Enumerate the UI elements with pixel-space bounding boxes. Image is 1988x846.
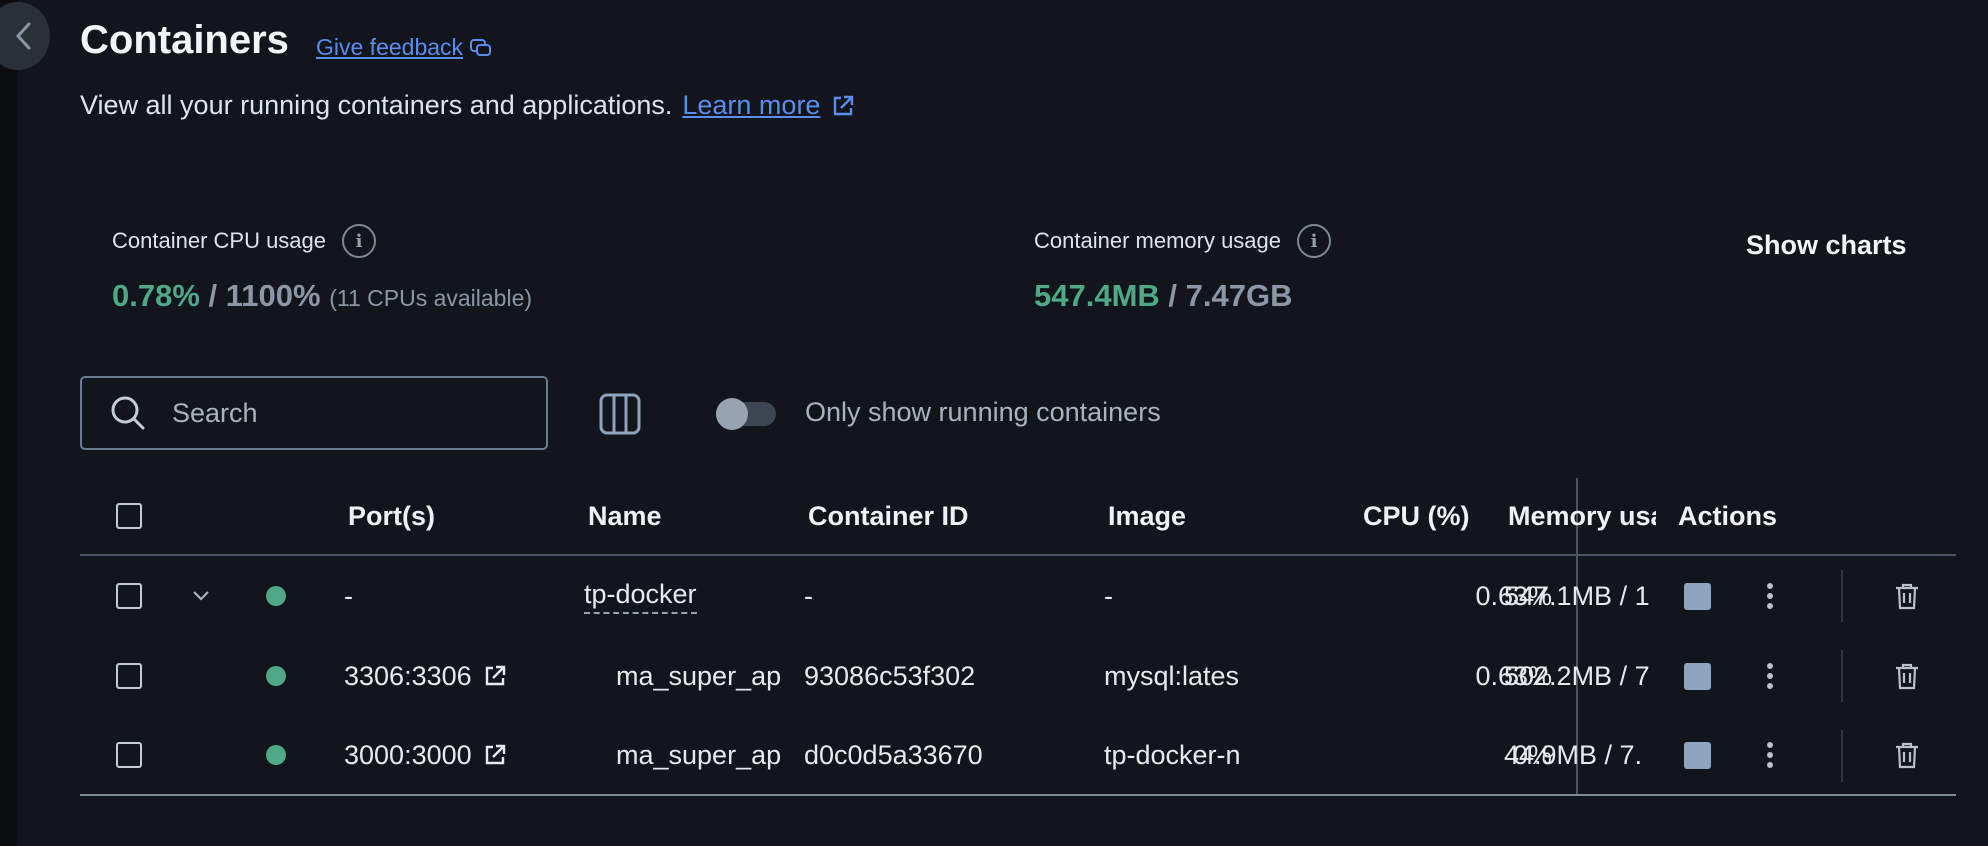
memory-used: 547.4MB — [1034, 278, 1160, 313]
search-input[interactable] — [172, 397, 472, 429]
left-rail — [0, 0, 17, 846]
cpu-note: (11 CPUs available) — [329, 285, 533, 311]
header-container-id[interactable]: Container ID — [808, 478, 969, 554]
header-image[interactable]: Image — [1108, 478, 1186, 554]
memory-total: 7.47GB — [1185, 278, 1293, 313]
cpu-usage-stat: Container CPU usage i 0.78% / 1100% (11 … — [112, 224, 532, 314]
cell-ports: - — [344, 580, 353, 611]
header-memory[interactable]: Memory usa — [1508, 478, 1656, 554]
status-running-dot — [266, 666, 286, 686]
select-all-checkbox[interactable] — [116, 503, 142, 529]
row-checkbox[interactable] — [116, 742, 142, 768]
info-icon[interactable]: i — [342, 224, 377, 258]
cell-name[interactable]: tp-docker — [584, 579, 697, 614]
toggle-knob — [716, 398, 748, 430]
cell-memory: 502.2MB / 7 — [1504, 660, 1650, 691]
cpu-used: 0.78% — [112, 278, 200, 313]
more-options-icon[interactable] — [1766, 636, 1774, 716]
cell-image[interactable]: mysql:lates — [1104, 636, 1274, 716]
memory-usage-stat: Container memory usage i 547.4MB / 7.47G… — [1034, 224, 1332, 314]
table-row[interactable]: 3306:3306 ma_super_ap 93086c53f302 mysql… — [80, 636, 1956, 716]
cell-name[interactable]: ma_super_ap — [616, 636, 790, 716]
table-row[interactable]: - tp-docker - - 0.63% 547.1MB / 1 — [80, 556, 1956, 636]
learn-more-link[interactable]: Learn more — [682, 90, 820, 121]
running-only-toggle[interactable] — [716, 398, 776, 430]
search-icon — [111, 396, 145, 430]
cell-container-id: 93086c53f302 — [804, 660, 976, 691]
trash-icon[interactable] — [1894, 556, 1920, 636]
actions-divider — [1841, 730, 1843, 782]
containers-table: Port(s) Name Container ID Image CPU (%) … — [80, 478, 1956, 796]
chevron-down-icon[interactable] — [192, 556, 210, 636]
external-link-icon[interactable] — [482, 742, 508, 768]
cell-image: - — [1104, 580, 1113, 611]
running-only-label: Only show running containers — [805, 397, 1161, 427]
cell-ports[interactable]: 3306:3306 — [344, 661, 472, 692]
cpu-separator: / — [199, 278, 226, 313]
status-running-dot — [266, 586, 286, 606]
row-checkbox[interactable] — [116, 663, 142, 689]
info-icon[interactable]: i — [1297, 224, 1332, 258]
memory-usage-label: Container memory usage — [1034, 228, 1282, 253]
actions-divider — [1841, 650, 1843, 702]
external-link-icon[interactable] — [482, 663, 508, 689]
cpu-usage-label: Container CPU usage — [112, 228, 327, 253]
header-ports[interactable]: Port(s) — [348, 478, 435, 554]
show-charts-button[interactable]: Show charts — [1746, 230, 1907, 261]
cell-container-id: d0c0d5a33670 — [804, 739, 983, 770]
cell-image[interactable]: tp-docker-n — [1104, 716, 1274, 794]
page-title: Containers — [80, 18, 289, 62]
cell-name[interactable]: ma_super_ap — [616, 716, 790, 794]
external-link-icon[interactable] — [830, 93, 856, 119]
cpu-total: 1100% — [225, 278, 321, 313]
actions-divider — [1841, 570, 1843, 622]
more-options-icon[interactable] — [1766, 556, 1774, 636]
header-cpu[interactable]: CPU (%) — [1363, 478, 1470, 554]
give-feedback-label: Give feedback — [316, 34, 464, 60]
cell-memory: 547.1MB / 1 — [1504, 580, 1650, 611]
columns-icon[interactable] — [598, 392, 642, 436]
stop-button[interactable] — [1684, 582, 1711, 610]
cell-container-id: - — [804, 580, 813, 611]
memory-usage-value: 547.4MB / 7.47GB — [1034, 278, 1331, 314]
header-name[interactable]: Name — [588, 478, 662, 554]
memory-separator: / — [1159, 278, 1186, 313]
subtitle-text: View all your running containers and app… — [80, 90, 673, 120]
cell-ports[interactable]: 3000:3000 — [344, 740, 472, 771]
page-subtitle: View all your running containers and app… — [80, 90, 856, 121]
table-row[interactable]: 3000:3000 ma_super_ap d0c0d5a33670 tp-do… — [80, 716, 1956, 796]
table-header-row: Port(s) Name Container ID Image CPU (%) … — [80, 478, 1956, 556]
stop-button[interactable] — [1684, 741, 1711, 769]
status-running-dot — [266, 745, 286, 765]
search-box[interactable] — [80, 376, 548, 450]
feedback-icon — [470, 38, 492, 56]
more-options-icon[interactable] — [1766, 716, 1774, 794]
cell-memory: 44.9MB / 7. — [1504, 739, 1643, 770]
chevron-left-icon — [15, 22, 31, 50]
trash-icon[interactable] — [1894, 636, 1920, 716]
back-button[interactable] — [0, 2, 50, 70]
stop-button[interactable] — [1684, 662, 1711, 690]
row-checkbox[interactable] — [116, 583, 142, 609]
cpu-usage-value: 0.78% / 1100% (11 CPUs available) — [112, 278, 532, 314]
header-actions: Actions — [1678, 500, 1778, 531]
give-feedback-link[interactable]: Give feedback — [316, 34, 493, 61]
trash-icon[interactable] — [1894, 716, 1920, 794]
